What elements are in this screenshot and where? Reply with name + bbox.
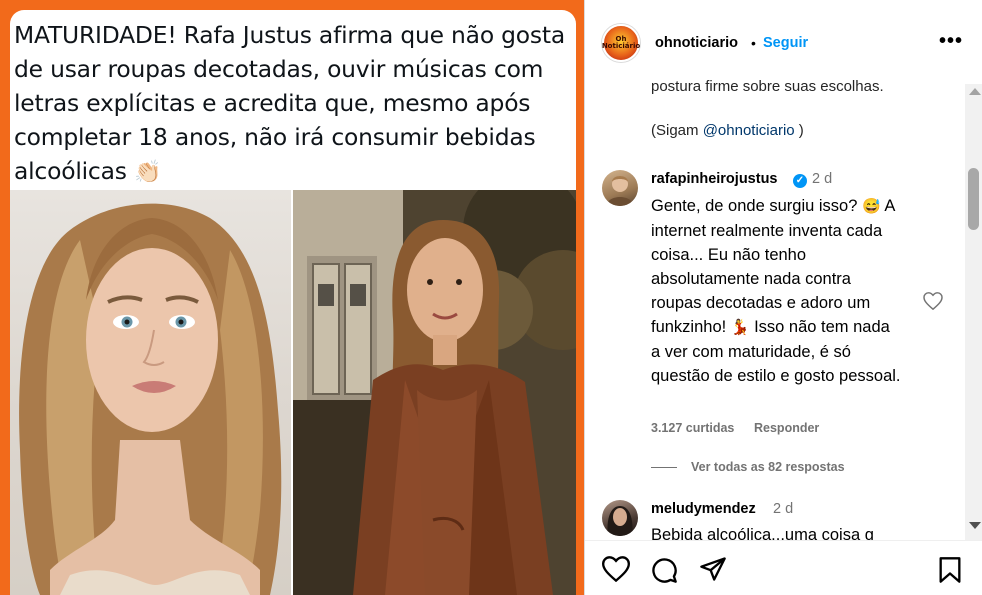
comment-username[interactable]: rafapinheirojustus [651, 171, 778, 187]
avatar[interactable] [602, 500, 638, 536]
view-replies-label: Ver todas as 82 respostas [691, 460, 845, 474]
caption-follow-suffix: ) [794, 122, 804, 139]
photo-right-portrait [293, 190, 576, 595]
comment-text-part: A internet realmente inventa cada coisa.… [651, 197, 895, 336]
caption-text: postura firme sobre suas escolhas. [651, 78, 884, 95]
header-separator: • [751, 35, 756, 51]
comments-list: postura firme sobre suas escolhas. (Siga… [585, 68, 965, 540]
comment-text-part: Gente, de onde surgiu isso? [651, 197, 858, 215]
comment-text: Bebida alcoólica...uma coisa g [651, 526, 874, 540]
comments-scrollbar[interactable] [965, 84, 982, 540]
reply-button[interactable]: Responder [754, 421, 819, 435]
comment-like-icon[interactable] [923, 292, 943, 315]
caption-follow-line: (Sigam @ohnoticiario ) [651, 120, 804, 142]
comment-username[interactable]: meludymendez [651, 501, 756, 517]
comment-time[interactable]: 2 d [812, 171, 832, 187]
post-sidebar: Oh Noticiário ohnoticiario • Seguir ••• … [584, 0, 982, 595]
more-icon[interactable]: ••• [939, 30, 963, 53]
post-card: MATURIDADE! Rafa Justus afirma que não g… [10, 10, 576, 595]
post-actions-bar [585, 540, 982, 595]
avatar-logo-text: Oh Noticiário [601, 35, 641, 50]
comment-time[interactable]: 2 d [773, 501, 793, 517]
scrollbar-thumb[interactable] [968, 168, 979, 230]
photo-left-portrait [10, 190, 291, 595]
header-username[interactable]: ohnoticiario [655, 35, 738, 51]
post-headline: MATURIDADE! Rafa Justus afirma que não g… [14, 18, 574, 190]
comment-icon[interactable] [650, 556, 678, 589]
clap-emoji: 👏🏻 [133, 160, 162, 185]
caption-mention-link[interactable]: @ohnoticiario [703, 122, 795, 139]
scroll-up-arrow-icon[interactable] [969, 88, 981, 95]
heart-icon[interactable] [601, 556, 631, 587]
caption-follow-prefix: (Sigam [651, 122, 703, 139]
follow-button[interactable]: Seguir [763, 35, 808, 51]
avatar[interactable] [602, 170, 638, 206]
replies-divider [651, 467, 677, 468]
scroll-down-arrow-icon[interactable] [969, 522, 981, 529]
verified-icon: ✓ [793, 174, 807, 188]
comment-text: Gente, de onde surgiu isso? 😅 A internet… [651, 194, 901, 388]
bookmark-icon[interactable] [937, 556, 963, 589]
headline-text: MATURIDADE! Rafa Justus afirma que não g… [14, 21, 566, 185]
post-image[interactable]: MATURIDADE! Rafa Justus afirma que não g… [0, 0, 584, 595]
avatar[interactable]: Oh Noticiário [602, 24, 640, 62]
share-icon[interactable] [699, 556, 727, 587]
comment-like-count[interactable]: 3.127 curtidas [651, 421, 734, 435]
grin-sweat-emoji: 😅 [861, 198, 881, 215]
dancer-emoji: 💃 [730, 319, 750, 336]
